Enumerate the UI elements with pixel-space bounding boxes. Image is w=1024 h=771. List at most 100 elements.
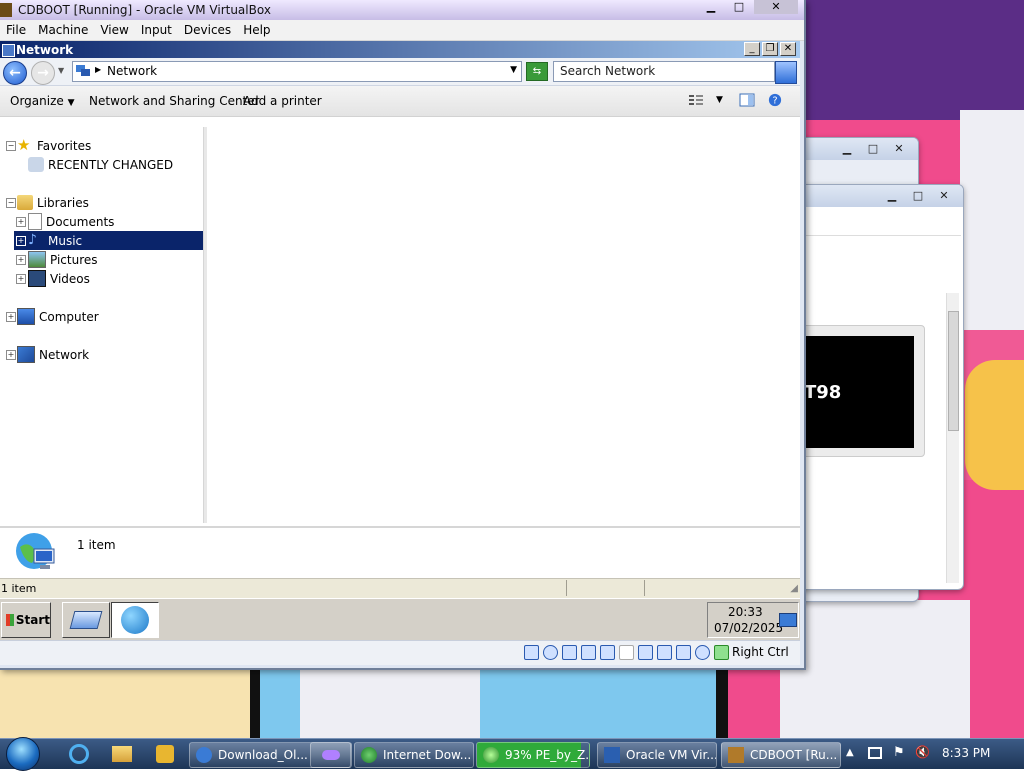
- minimize-icon[interactable]: ▁: [881, 187, 903, 203]
- nav-item-pictures[interactable]: Pictures: [28, 250, 98, 269]
- breadcrumb-chevron-icon[interactable]: ▶: [95, 65, 101, 74]
- taskbar-item-oracle-vm[interactable]: Oracle VM Vir...: [597, 742, 717, 768]
- expand-music-icon[interactable]: +: [16, 236, 26, 246]
- search-input[interactable]: Search Network: [553, 61, 775, 82]
- taskbar-item-mask-app[interactable]: [310, 742, 352, 768]
- organize-button[interactable]: Organize ▼: [10, 94, 75, 108]
- expand-pictures-icon[interactable]: +: [16, 255, 26, 265]
- preview-pane-icon[interactable]: [739, 93, 755, 107]
- show-desktop-button[interactable]: [62, 602, 110, 638]
- mouse-integration-icon[interactable]: [695, 645, 710, 660]
- expand-computer-icon[interactable]: +: [6, 312, 16, 322]
- search-button[interactable]: [775, 61, 797, 84]
- expand-network-icon[interactable]: +: [6, 350, 16, 360]
- resize-grip-icon[interactable]: ◢: [790, 583, 798, 594]
- collapse-favorites-icon[interactable]: −: [6, 141, 16, 151]
- network-icon: [76, 65, 90, 76]
- pinned-internet-explorer[interactable]: [64, 743, 94, 765]
- minimize-icon[interactable]: _: [744, 42, 760, 56]
- close-icon[interactable]: ✕: [780, 42, 796, 56]
- keyboard-capture-icon[interactable]: [714, 645, 729, 660]
- maximize-icon[interactable]: □: [907, 187, 929, 203]
- menu-view[interactable]: View: [94, 23, 134, 37]
- maximize-icon[interactable]: □: [726, 0, 752, 14]
- view-options-dropdown-icon[interactable]: ▼: [716, 95, 723, 105]
- refresh-button[interactable]: ⇆: [526, 62, 548, 81]
- address-dropdown-icon[interactable]: ▼: [510, 65, 517, 75]
- host-clock[interactable]: 8:33 PM: [942, 746, 990, 760]
- address-text[interactable]: Network: [107, 64, 157, 78]
- taskbar-item-internet-download[interactable]: Internet Dow...: [354, 742, 474, 768]
- explorer-titlebar[interactable]: Network _ ❐ ✕: [0, 41, 800, 58]
- collapse-libraries-icon[interactable]: −: [6, 198, 16, 208]
- tray-date[interactable]: 07/02/2025: [714, 621, 783, 635]
- expand-videos-icon[interactable]: +: [16, 274, 26, 284]
- taskbar-item-cdboot[interactable]: CDBOOT [Ru...: [721, 742, 841, 768]
- nav-item-computer[interactable]: Computer: [17, 307, 99, 326]
- video-capture-icon[interactable]: [657, 645, 672, 660]
- background-window-2-scrollbar[interactable]: [946, 293, 959, 583]
- help-icon[interactable]: ?: [767, 93, 783, 107]
- virtualbox-menubar: File Machine View Input Devices Help: [0, 20, 804, 41]
- arrow-left-icon: ←: [9, 65, 21, 81]
- maximize-icon[interactable]: □: [862, 140, 884, 156]
- background-window-2-caption[interactable]: ▁ □ ✕: [801, 185, 963, 207]
- close-icon[interactable]: ✕: [933, 187, 955, 203]
- usb-icon[interactable]: [600, 645, 615, 660]
- volume-muted-icon[interactable]: 🔇: [915, 745, 930, 759]
- file-list-area[interactable]: [207, 127, 800, 523]
- display-icon[interactable]: [638, 645, 653, 660]
- nav-item-documents[interactable]: Documents: [28, 212, 114, 231]
- cpu-icon[interactable]: [676, 645, 691, 660]
- tray-time[interactable]: 20:33: [728, 605, 763, 619]
- background-window-1-caption[interactable]: ▁ □ ✕: [791, 138, 918, 160]
- forward-button[interactable]: →: [31, 61, 55, 85]
- nav-item-recently-changed[interactable]: RECENTLY CHANGED: [28, 155, 173, 174]
- action-center-flag-icon[interactable]: ⚑: [893, 745, 905, 760]
- network-tray-icon[interactable]: [868, 747, 882, 759]
- menu-machine[interactable]: Machine: [32, 23, 94, 37]
- change-view-icon[interactable]: [688, 93, 704, 107]
- optical-drive-icon[interactable]: [543, 645, 558, 660]
- pinned-media-player[interactable]: [150, 743, 180, 765]
- nav-item-libraries[interactable]: Libraries: [17, 193, 89, 212]
- recent-pages-dropdown-icon[interactable]: ▼: [58, 66, 64, 75]
- guest-screen[interactable]: Network _ ❐ ✕ ← → ▼ ▶ Network ▼ ⇆ Search…: [0, 41, 800, 640]
- close-icon[interactable]: ✕: [754, 0, 798, 14]
- host-taskbar: Download_Ol... Internet Dow... 93% PE_by…: [0, 737, 1024, 771]
- nav-item-network[interactable]: Network: [17, 345, 89, 364]
- nav-item-favorites[interactable]: ★ Favorites: [17, 136, 91, 155]
- menu-help[interactable]: Help: [237, 23, 276, 37]
- taskbar-network-window[interactable]: [111, 602, 159, 638]
- start-button[interactable]: Start: [1, 602, 51, 638]
- shared-folders-icon[interactable]: [619, 645, 634, 660]
- add-printer-button[interactable]: Add a printer: [243, 94, 322, 108]
- restore-icon[interactable]: ❐: [762, 42, 778, 56]
- network-tray-icon[interactable]: [779, 613, 797, 627]
- menu-file[interactable]: File: [0, 23, 32, 37]
- windows-start-orb[interactable]: [6, 737, 40, 771]
- show-hidden-icons-icon[interactable]: ▲: [846, 747, 854, 758]
- back-button[interactable]: ←: [3, 61, 27, 85]
- menu-input[interactable]: Input: [135, 23, 178, 37]
- taskbar-item-download-progress[interactable]: 93% PE_by_Z...: [476, 742, 590, 768]
- pinned-file-explorer[interactable]: [107, 743, 137, 765]
- address-bar[interactable]: ▶ Network ▼: [72, 61, 522, 82]
- expand-documents-icon[interactable]: +: [16, 217, 26, 227]
- hard-disk-icon[interactable]: [524, 645, 539, 660]
- network-adapter-icon[interactable]: [581, 645, 596, 660]
- audio-icon[interactable]: [562, 645, 577, 660]
- minimize-icon[interactable]: ▁: [698, 0, 724, 14]
- nav-item-videos[interactable]: Videos: [28, 269, 90, 288]
- virtualbox-window[interactable]: CDBOOT [Running] - Oracle VM VirtualBox …: [0, 0, 806, 670]
- background-window-2[interactable]: ▁ □ ✕ T98: [800, 184, 964, 590]
- menu-devices[interactable]: Devices: [178, 23, 237, 37]
- navigation-pane[interactable]: − ★ Favorites RECENTLY CHANGED − Librari…: [0, 127, 203, 523]
- nav-item-music[interactable]: ♪ Music: [14, 231, 203, 250]
- music-icon: ♪: [28, 232, 37, 248]
- minimize-icon[interactable]: ▁: [836, 140, 858, 156]
- virtualbox-titlebar[interactable]: CDBOOT [Running] - Oracle VM VirtualBox …: [0, 0, 804, 20]
- network-sharing-center-button[interactable]: Network and Sharing Center: [89, 94, 260, 108]
- close-icon[interactable]: ✕: [888, 140, 910, 156]
- scrollbar-thumb[interactable]: [948, 311, 959, 431]
